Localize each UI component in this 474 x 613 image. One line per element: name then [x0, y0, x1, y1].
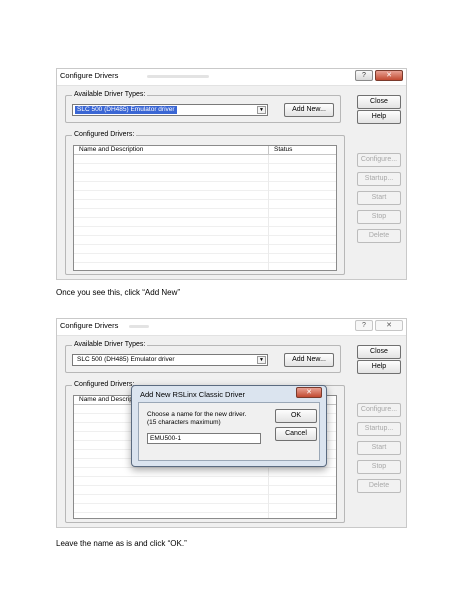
add-new-button[interactable]: Add New... [284, 103, 334, 117]
dialog-title: Add New RSLinx Classic Driver [140, 390, 246, 399]
chevron-down-icon[interactable]: ▼ [257, 356, 266, 364]
start-button[interactable]: Start [357, 441, 401, 455]
window-title: Configure Drivers [60, 71, 119, 80]
window-controls: ? ✕ [355, 70, 403, 81]
help-button[interactable]: Help [357, 360, 401, 374]
cancel-button[interactable]: Cancel [275, 427, 317, 441]
configured-drivers-list[interactable]: Name and Description Status [73, 145, 337, 271]
driver-type-dropdown[interactable]: SLC 500 (DH485) Emulator driver ▼ [72, 104, 268, 116]
available-driver-types-group: Available Driver Types: SLC 500 (DH485) … [65, 90, 341, 123]
close-icon[interactable]: ✕ [375, 70, 403, 81]
instruction-step-2: Leave the name as is and click “OK.” [56, 539, 187, 548]
name-prompt-line-1: Choose a name for the new driver. [147, 411, 247, 418]
stop-button[interactable]: Stop [357, 210, 401, 224]
configured-drivers-group: Configured Drivers: Name and Description… [65, 130, 345, 275]
driver-type-dropdown[interactable]: SLC 500 (DH485) Emulator driver ▼ [72, 354, 268, 366]
startup-button[interactable]: Startup... [357, 172, 401, 186]
delete-button[interactable]: Delete [357, 229, 401, 243]
instruction-step-1: Once you see this, click “Add New” [56, 288, 181, 297]
name-prompt: Choose a name for the new driver. (15 ch… [147, 411, 267, 427]
available-driver-types-label: Available Driver Types: [72, 340, 148, 349]
column-line [268, 155, 269, 270]
window-title: Configure Drivers [60, 321, 119, 330]
configure-button[interactable]: Configure... [357, 403, 401, 417]
ok-button[interactable]: OK [275, 409, 317, 423]
name-prompt-line-2: (15 characters maximum) [147, 419, 221, 426]
close-button[interactable]: Close [357, 95, 401, 109]
driver-name-input[interactable]: EMU500-1 [147, 433, 261, 444]
add-new-driver-dialog: Add New RSLinx Classic Driver ✕ Choose a… [131, 385, 327, 467]
add-new-button[interactable]: Add New... [284, 353, 334, 367]
close-icon[interactable]: ✕ [296, 387, 322, 398]
blurred-title-text [129, 325, 149, 328]
column-name-and-description[interactable]: Name and Description [79, 146, 143, 154]
start-button[interactable]: Start [357, 191, 401, 205]
startup-button[interactable]: Startup... [357, 422, 401, 436]
driver-type-selected-value: SLC 500 (DH485) Emulator driver [75, 106, 177, 114]
stop-button[interactable]: Stop [357, 460, 401, 474]
title-bar: Configure Drivers ? ✕ [57, 69, 406, 86]
dialog-body: Choose a name for the new driver. (15 ch… [138, 402, 320, 461]
chevron-down-icon[interactable]: ▼ [257, 106, 266, 114]
close-icon[interactable]: ✕ [375, 320, 403, 331]
blurred-title-text [147, 75, 209, 78]
help-button[interactable]: Help [357, 110, 401, 124]
help-icon[interactable]: ? [355, 320, 373, 331]
column-divider[interactable] [268, 146, 269, 154]
window-controls: ? ✕ [355, 320, 403, 331]
configured-drivers-label: Configured Drivers: [72, 130, 137, 139]
title-bar: Configure Drivers ? ✕ [57, 319, 406, 336]
configure-drivers-window: Configure Drivers ? ✕ Available Driver T… [56, 68, 407, 280]
help-icon[interactable]: ? [355, 70, 373, 81]
available-driver-types-group: Available Driver Types: SLC 500 (DH485) … [65, 340, 341, 373]
list-header: Name and Description Status [74, 146, 336, 155]
available-driver-types-label: Available Driver Types: [72, 90, 148, 99]
column-status[interactable]: Status [274, 146, 292, 154]
list-rows [74, 155, 336, 270]
delete-button[interactable]: Delete [357, 479, 401, 493]
configured-drivers-label: Configured Drivers: [72, 380, 137, 389]
driver-type-selected-value: SLC 500 (DH485) Emulator driver [77, 356, 175, 363]
configure-button[interactable]: Configure... [357, 153, 401, 167]
close-button[interactable]: Close [357, 345, 401, 359]
